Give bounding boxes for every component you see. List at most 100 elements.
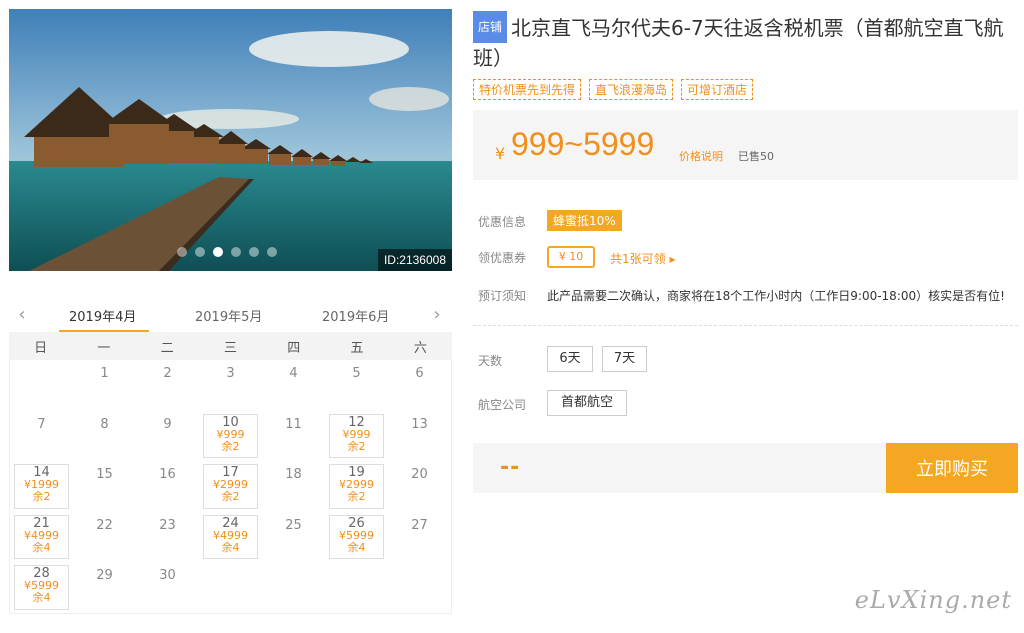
calendar-day: 16	[159, 467, 176, 482]
carousel-dot-active[interactable]	[213, 247, 223, 257]
day-price: ¥5999	[339, 528, 374, 542]
tab-month-1[interactable]: 2019年4月	[69, 306, 136, 325]
airline-label: 航空公司	[478, 398, 527, 412]
price-explain-link[interactable]: 价格说明	[679, 148, 723, 164]
hero-photo	[9, 9, 452, 271]
calendar-day-priced[interactable]: 19 ¥2999 余2	[329, 464, 384, 509]
chevron-left-icon[interactable]: ‹	[13, 304, 31, 325]
option-airline[interactable]: 首都航空	[547, 390, 627, 416]
calendar-day-priced[interactable]: 10 ¥999 余2	[203, 413, 258, 458]
day-number: 10	[222, 414, 239, 430]
day-number: 12	[348, 414, 365, 430]
day-remaining: 余2	[221, 439, 240, 453]
buy-now-button[interactable]: 立即购买	[886, 443, 1018, 493]
coupon-label: 领优惠券	[478, 251, 527, 265]
option-days-6[interactable]: 6天	[547, 346, 593, 372]
calendar-day: 1	[100, 366, 109, 381]
weekday: 四	[287, 340, 301, 356]
weekday: 三	[223, 340, 237, 356]
calendar-day-priced[interactable]: 21 ¥4999 余4	[14, 514, 69, 559]
weekday: 五	[350, 340, 364, 356]
carousel-dot[interactable]	[231, 247, 241, 257]
buy-bar: -- 立即购买	[473, 443, 1018, 493]
active-month-underline	[59, 330, 149, 332]
hero-image[interactable]: ID:2136008	[9, 9, 452, 271]
coupon-ticket[interactable]: ¥ 10	[547, 246, 595, 268]
calendar-day	[388, 562, 451, 613]
option-days-7[interactable]: 7天	[602, 346, 647, 372]
day-remaining: 余4	[221, 540, 240, 554]
day-remaining: 余2	[347, 490, 366, 503]
sold-count: 已售50	[738, 150, 774, 163]
tab-month-2[interactable]: 2019年5月	[195, 306, 262, 325]
calendar-month-tabs: ‹ 2019年4月 2019年5月 2019年6月 ›	[9, 296, 452, 332]
calendar-day	[199, 562, 262, 613]
weekday: 六	[413, 340, 427, 356]
day-price: ¥4999	[24, 528, 59, 542]
calendar-day	[10, 360, 73, 411]
calendar-day: 5	[352, 366, 361, 381]
calendar-day: 25	[285, 517, 302, 533]
calendar-day: 15	[96, 467, 113, 482]
chevron-right-icon[interactable]: ›	[428, 304, 446, 325]
product-tag: 可增订酒店	[681, 79, 754, 100]
total-price-placeholder: --	[500, 455, 521, 480]
calendar-day: 7	[37, 416, 46, 432]
day-remaining: 余2	[221, 490, 240, 503]
calendar-weekday-header: 日 一 二 三 四 五 六	[9, 332, 452, 360]
calendar-day-priced[interactable]: 14 ¥1999 余2	[14, 464, 69, 509]
currency-symbol: ¥	[495, 144, 506, 163]
calendar-day-priced[interactable]: 17 ¥2999 余2	[203, 464, 258, 509]
product-title: 店铺 北京直飞马尔代夫6-7天往返含税机票（首都航空直飞航班）	[473, 11, 1013, 73]
promo-label: 优惠信息	[478, 215, 527, 229]
product-tags: 特价机票先到先得 直飞浪漫海岛 可增订酒店	[473, 79, 754, 100]
day-remaining: 余4	[32, 591, 51, 604]
day-number: 26	[348, 515, 365, 531]
calendar-day: 11	[285, 416, 302, 432]
product-title-text: 北京直飞马尔代夫6-7天往返含税机票（首都航空直飞航班）	[473, 16, 1004, 70]
calendar-day-priced[interactable]: 26 ¥5999 余4	[329, 514, 384, 559]
calendar-day: 6	[415, 366, 424, 381]
weekday: 日	[34, 340, 48, 356]
calendar-day: 23	[159, 517, 176, 533]
carousel-dot[interactable]	[249, 247, 259, 257]
calendar-day: 30	[159, 568, 176, 583]
calendar-day-priced[interactable]: 28 ¥5999 余4	[14, 565, 69, 610]
day-price: ¥999	[342, 427, 371, 441]
calendar-day: 8	[100, 416, 109, 432]
calendar-day-priced[interactable]: 24 ¥4999 余4	[203, 514, 258, 559]
calendar-day: 13	[411, 416, 428, 432]
tab-month-3[interactable]: 2019年6月	[322, 306, 389, 325]
day-remaining: 余4	[32, 540, 51, 554]
shop-badge[interactable]: 店铺	[473, 11, 508, 43]
calendar-day: 22	[96, 517, 113, 533]
price-calendar: ‹ 2019年4月 2019年5月 2019年6月 › 日 一 二 三 四 五 …	[9, 296, 452, 614]
calendar-day: 3	[226, 366, 235, 381]
product-tag: 直飞浪漫海岛	[589, 79, 674, 100]
calendar-day: 18	[285, 467, 302, 482]
notice-label: 预订须知	[478, 289, 527, 303]
calendar-day-priced[interactable]: 12 ¥999 余2	[329, 413, 384, 458]
price-box: ¥ 999~5999 价格说明 已售50	[473, 110, 1018, 180]
calendar-day: 29	[96, 568, 113, 583]
promo-badge: 蜂蜜抵10%	[547, 210, 622, 231]
calendar-day	[325, 562, 388, 613]
days-label: 天数	[478, 354, 503, 368]
day-price: ¥999	[216, 427, 245, 441]
product-header: 店铺 北京直飞马尔代夫6-7天往返含税机票（首都航空直飞航班）	[473, 11, 1013, 73]
weekday: 一	[97, 340, 111, 356]
day-price: ¥4999	[213, 528, 248, 542]
carousel-dot[interactable]	[195, 247, 205, 257]
product-id-label: ID:2136008	[377, 249, 452, 271]
carousel-dot[interactable]	[177, 247, 187, 257]
day-remaining: 余2	[347, 439, 366, 453]
day-number: 24	[222, 515, 239, 531]
calendar-day: 27	[411, 517, 428, 533]
watermark: eLvXing.net	[854, 586, 1012, 614]
day-remaining: 余2	[32, 490, 51, 503]
price-range: 999~5999	[511, 126, 655, 162]
carousel-dot[interactable]	[267, 247, 277, 257]
coupon-collect-link[interactable]: 共1张可领 ▸	[610, 250, 675, 267]
divider	[473, 325, 1018, 326]
day-number: 21	[33, 515, 50, 531]
